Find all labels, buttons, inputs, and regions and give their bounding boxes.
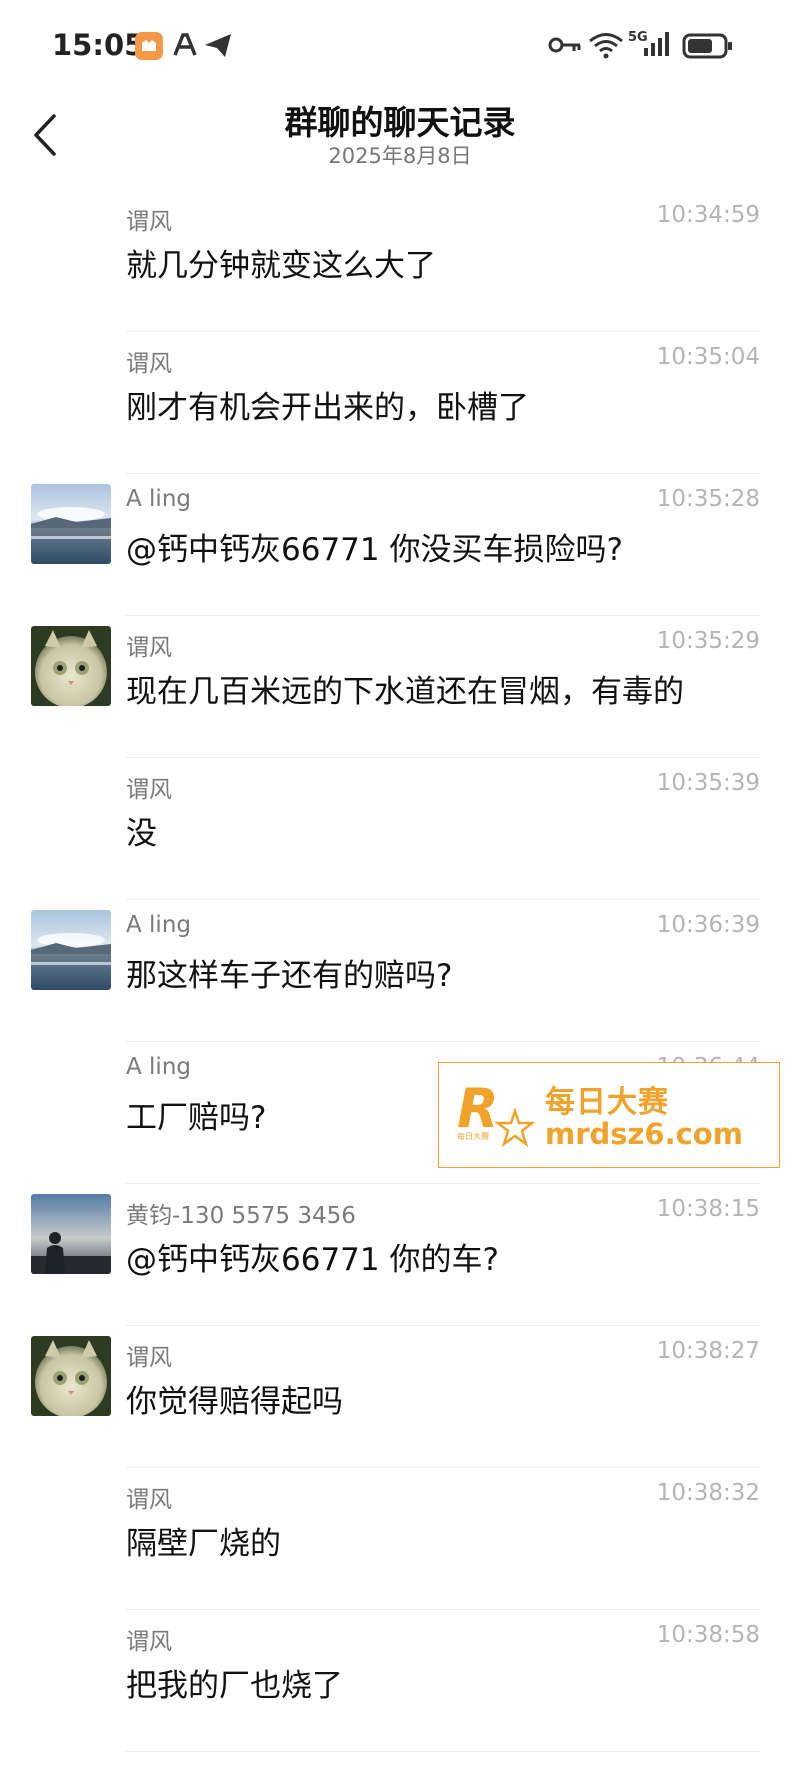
sender-name: 谓风 xyxy=(126,1629,172,1655)
page-title: 群聊的聊天记录 xyxy=(284,103,516,142)
avatar-cat[interactable] xyxy=(31,626,111,706)
message-time: 10:38:32 xyxy=(656,1480,760,1506)
message-text: 你觉得赔得起吗 xyxy=(126,1384,343,1420)
message-time: 10:38:27 xyxy=(656,1338,760,1364)
message-item[interactable]: 谓风 10:38:27 你觉得赔得起吗 xyxy=(0,1326,800,1468)
watermark-url: mrdsz6.com xyxy=(545,1117,743,1151)
message-text: @钙中钙灰66771 你的车? xyxy=(126,1242,499,1278)
watermark-logo-icon: R 每日大赛 xyxy=(457,1077,536,1148)
sender-name: A ling xyxy=(126,486,192,512)
history-date: 2025年8月8日 xyxy=(328,144,472,168)
app-badge-icon xyxy=(135,32,163,60)
message-text: 没 xyxy=(126,816,157,852)
sender-name: 谓风 xyxy=(126,209,172,235)
send-icon xyxy=(205,34,231,57)
message-time: 10:36:39 xyxy=(656,912,760,938)
key-icon xyxy=(548,37,581,53)
message-text: 就几分钟就变这么大了 xyxy=(126,248,436,284)
chat-history-header: 群聊的聊天记录 2025年8月8日 xyxy=(0,90,800,180)
avatar-person[interactable] xyxy=(31,1194,111,1274)
sender-name: A ling xyxy=(126,912,192,938)
sender-name: 黄钧-130 5575 3456 xyxy=(126,1203,356,1229)
sender-name: 谓风 xyxy=(126,351,172,377)
signal-icon xyxy=(644,32,669,56)
svg-text:每日大赛: 每日大赛 xyxy=(457,1131,489,1141)
message-item[interactable]: 黄钧-130 5575 3456 10:38:15 @钙中钙灰66771 你的车… xyxy=(0,1184,800,1326)
message-text: @钙中钙灰66771 你没买车损险吗? xyxy=(126,532,623,568)
message-item[interactable]: 谓风 10:35:39 没 xyxy=(0,758,800,900)
message-item[interactable]: 谓风 10:35:29 现在几百米远的下水道还在冒烟，有毒的 xyxy=(0,616,800,758)
message-text: 刚才有机会开出来的，卧槽了 xyxy=(126,390,529,426)
avatar-lake[interactable] xyxy=(31,484,111,564)
message-text: 现在几百米远的下水道还在冒烟，有毒的 xyxy=(126,674,684,710)
sender-name: 谓风 xyxy=(126,635,172,661)
message-item[interactable]: 谓风 10:35:04 刚才有机会开出来的，卧槽了 xyxy=(0,332,800,474)
message-time: 10:35:28 xyxy=(656,486,760,512)
svg-text:R: R xyxy=(457,1077,499,1140)
status-time: 15:05 xyxy=(52,28,145,62)
message-item[interactable]: A ling 10:35:28 @钙中钙灰66771 你没买车损险吗? xyxy=(0,474,800,616)
avatar-lake[interactable] xyxy=(31,910,111,990)
watermark-brand: 每日大赛 xyxy=(545,1085,669,1120)
message-time: 10:34:59 xyxy=(656,202,760,228)
message-text: 把我的厂也烧了 xyxy=(126,1668,343,1704)
font-a-icon xyxy=(173,33,197,56)
battery-icon xyxy=(682,33,732,59)
sender-name: 谓风 xyxy=(126,1487,172,1513)
message-time: 10:35:29 xyxy=(656,628,760,654)
message-text: 隔壁厂烧的 xyxy=(126,1526,281,1562)
message-item[interactable]: 谓风 10:38:58 把我的厂也烧了 xyxy=(0,1610,800,1752)
wifi-icon xyxy=(589,33,623,59)
message-time: 10:38:15 xyxy=(656,1196,760,1222)
message-time: 10:35:04 xyxy=(656,344,760,370)
message-text: 那这样车子还有的赔吗? xyxy=(126,958,453,994)
sender-name: 谓风 xyxy=(126,777,172,803)
sender-name: A ling xyxy=(126,1054,192,1080)
message-text: 工厂赔吗? xyxy=(126,1100,267,1136)
message-item[interactable]: 谓风 10:38:32 隔壁厂烧的 xyxy=(0,1468,800,1610)
avatar-cat[interactable] xyxy=(31,1336,111,1416)
watermark: R 每日大赛 每日大赛 mrdsz6.com xyxy=(438,1062,780,1168)
message-time: 10:38:58 xyxy=(656,1622,760,1648)
message-item[interactable]: A ling 10:36:39 那这样车子还有的赔吗? xyxy=(0,900,800,1042)
message-time: 10:35:39 xyxy=(656,770,760,796)
divider xyxy=(126,1751,760,1752)
sender-name: 谓风 xyxy=(126,1345,172,1371)
status-bar: 15:05 5G xyxy=(0,0,800,90)
message-item[interactable]: 谓风 10:34:59 就几分钟就变这么大了 xyxy=(0,190,800,332)
